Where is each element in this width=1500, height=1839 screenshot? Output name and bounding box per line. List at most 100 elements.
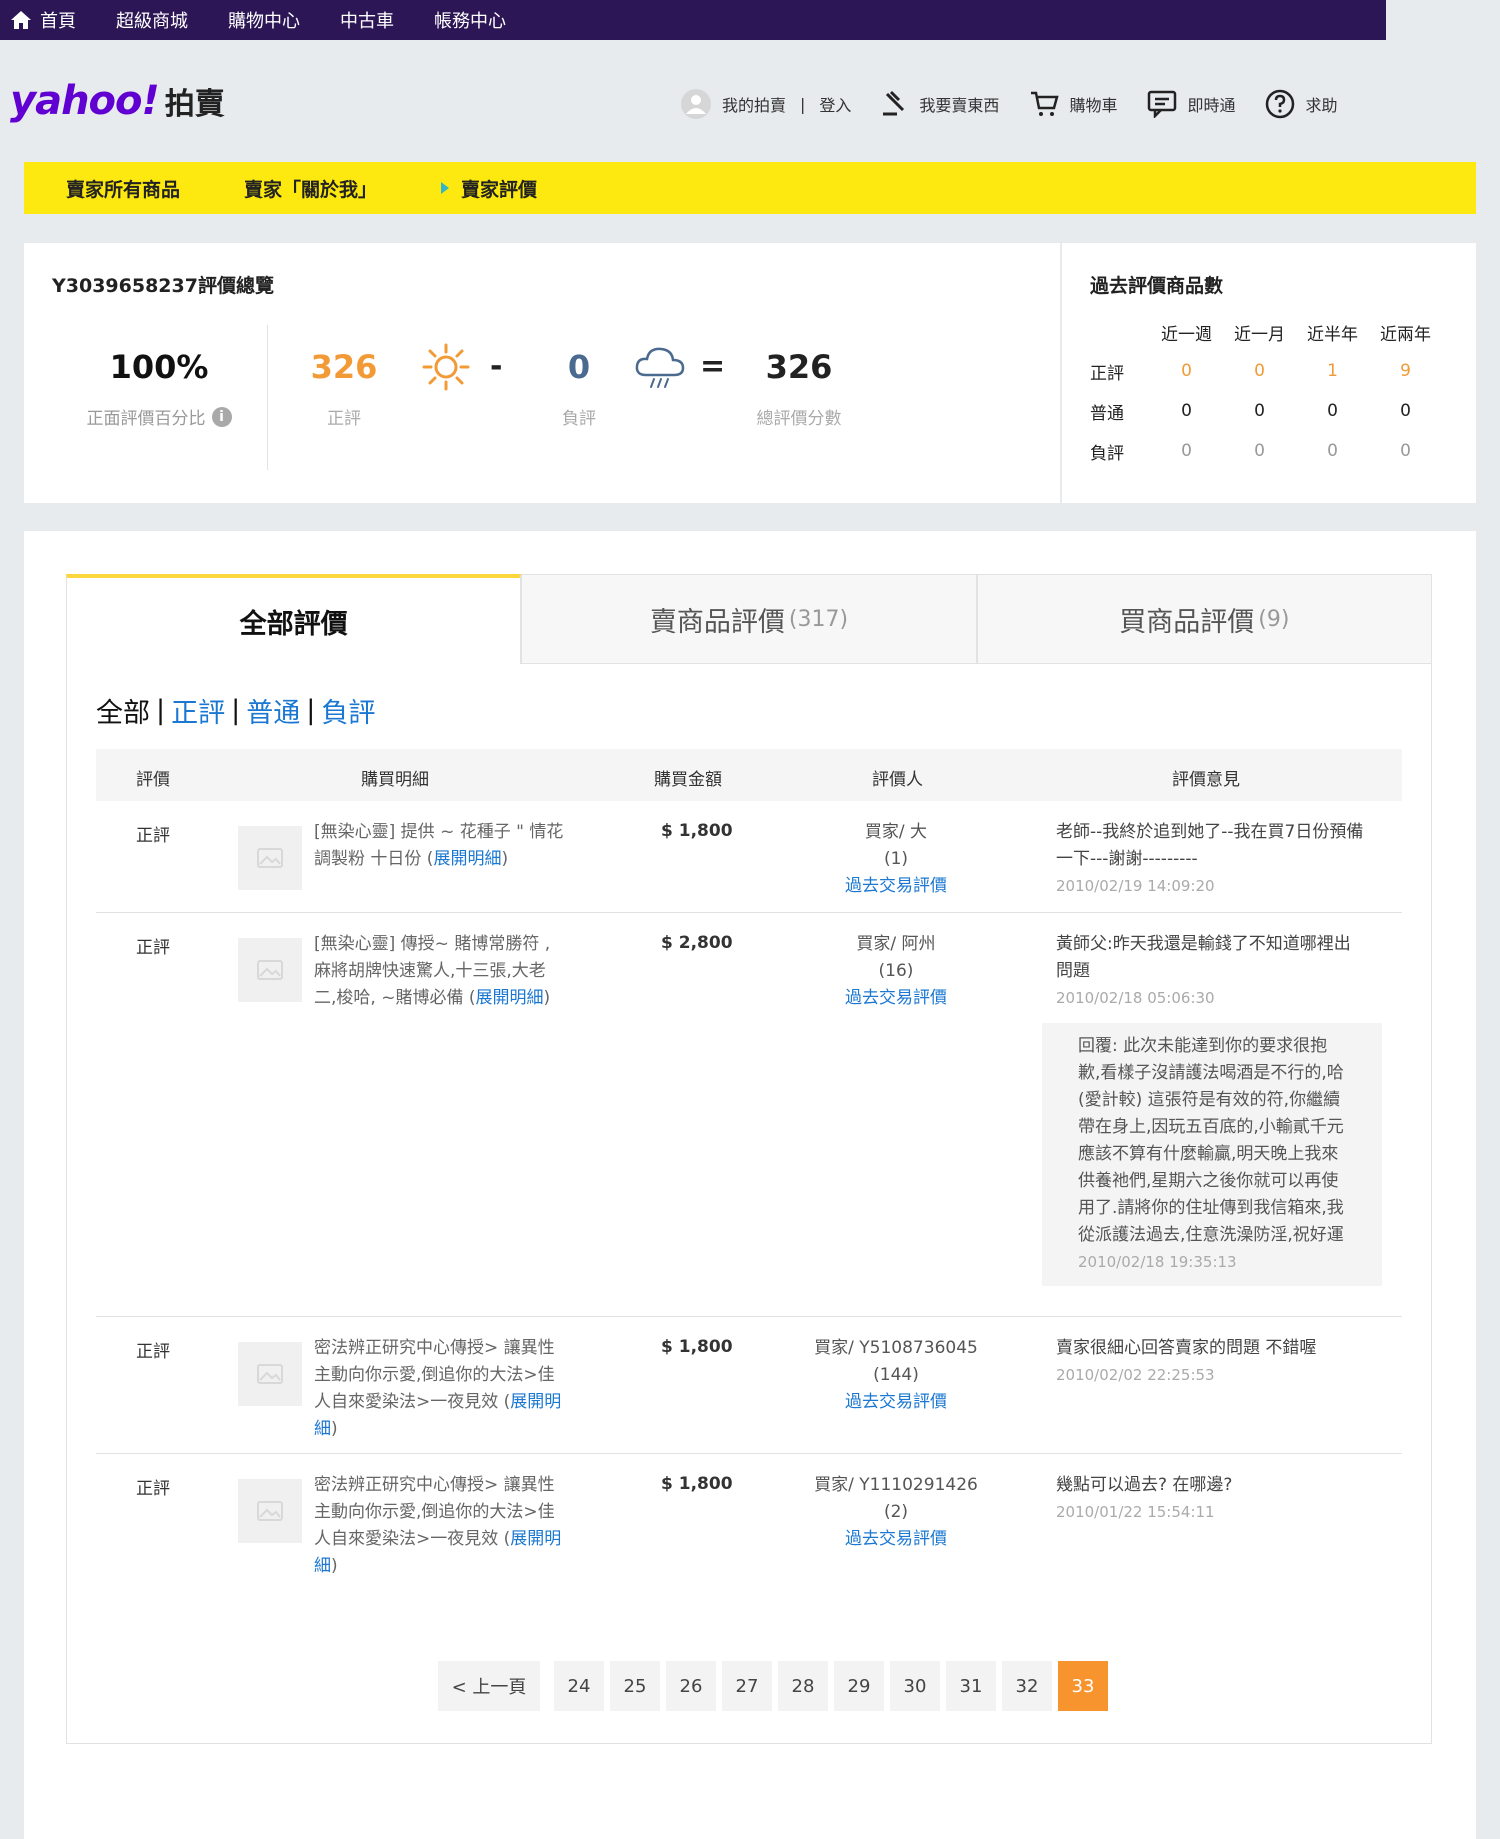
sell-link[interactable]: 我要賣東西 bbox=[881, 90, 999, 118]
sell-label: 我要賣東西 bbox=[919, 96, 1000, 115]
messenger-link[interactable]: 即時通 bbox=[1147, 90, 1235, 118]
past-ratings-row-neutral: 普通 0 0 0 0 bbox=[1090, 391, 1442, 431]
item-thumbnail[interactable] bbox=[238, 1342, 302, 1406]
site-header: yahoo! 拍賣 我的拍賣 | 登入 我要賣東西 購物車 即時通 求助 bbox=[0, 40, 1500, 150]
prev-page-button[interactable]: < 上一頁 bbox=[438, 1661, 540, 1711]
past-trade-ratings-link[interactable]: 過去交易評價 bbox=[786, 873, 1006, 900]
seller-all-items-link[interactable]: 賣家所有商品 bbox=[66, 175, 180, 202]
nav-billing-center[interactable]: 帳務中心 bbox=[434, 7, 506, 33]
seller-about-link[interactable]: 賣家「關於我」 bbox=[244, 175, 377, 202]
stat-value[interactable]: 1 bbox=[1296, 351, 1369, 391]
page-button[interactable]: 32 bbox=[1002, 1661, 1052, 1711]
page-button[interactable]: 24 bbox=[554, 1661, 604, 1711]
past-trade-ratings-link[interactable]: 過去交易評價 bbox=[786, 985, 1006, 1012]
past-ratings-row-positive: 正評 0 0 1 9 bbox=[1090, 351, 1442, 391]
item-thumbnail[interactable] bbox=[238, 938, 302, 1002]
stat-value[interactable]: 0 bbox=[1296, 391, 1369, 431]
rater-info: 買家/ 阿州 (16) 過去交易評價 bbox=[786, 931, 1006, 1012]
top-nav-bar: 首頁 超級商城 購物中心 中古車 帳務中心 bbox=[0, 0, 1386, 40]
page-button[interactable]: 28 bbox=[778, 1661, 828, 1711]
image-placeholder-icon bbox=[257, 1501, 283, 1521]
help-link[interactable]: 求助 bbox=[1265, 89, 1337, 119]
rating-filter: 全部 | 正評 | 普通 | 負評 bbox=[96, 691, 375, 730]
page-button-current[interactable]: 33 bbox=[1058, 1661, 1108, 1711]
chat-label: 即時通 bbox=[1187, 96, 1236, 115]
header-comment: 評價意見 bbox=[1172, 770, 1240, 790]
seller-nav-bar: 賣家所有商品 賣家「關於我」 賣家評價 bbox=[24, 162, 1476, 214]
reply-text: 回覆: 此次未能達到你的要求很抱歉,看樣子沒請護法喝酒是不行的,哈(愛計較) 這… bbox=[1078, 1036, 1344, 1245]
summary-title: Y3039658237評價總覽 bbox=[52, 275, 274, 297]
past-trade-ratings-link[interactable]: 過去交易評價 bbox=[786, 1389, 1006, 1416]
rater-name[interactable]: 買家/ 阿州 bbox=[786, 931, 1006, 958]
negative-count-label: 負評 bbox=[562, 409, 596, 429]
stat-value[interactable]: 0 bbox=[1223, 391, 1296, 431]
seller-ratings-link[interactable]: 賣家評價 bbox=[441, 175, 537, 202]
filter-neutral[interactable]: 普通 bbox=[246, 691, 300, 730]
stat-value[interactable]: 0 bbox=[1369, 431, 1442, 471]
nav-home[interactable]: 首頁 bbox=[10, 7, 76, 33]
header-item-detail: 購買明細 bbox=[361, 770, 429, 790]
purchase-amount: $ 1,800 bbox=[661, 1337, 733, 1357]
page-button[interactable]: 25 bbox=[610, 1661, 660, 1711]
row-label: 正評 bbox=[1090, 363, 1124, 384]
tab-buy-ratings[interactable]: 買商品評價 (9) bbox=[976, 574, 1432, 664]
image-placeholder-icon bbox=[257, 848, 283, 868]
stat-value[interactable]: 0 bbox=[1296, 431, 1369, 471]
item-description: 密法辨正研究中心傳授> 讓異性主動向你示愛,倒追你的大法>佳人自來愛染法>一夜見… bbox=[314, 1335, 564, 1443]
past-ratings-table: 近一週 近一月 近半年 近兩年 正評 0 0 1 9 普通 0 0 0 0 負評… bbox=[1090, 313, 1442, 471]
login-link[interactable]: 登入 bbox=[819, 92, 851, 116]
tab-sell-ratings[interactable]: 賣商品評價 (317) bbox=[521, 574, 977, 664]
filter-negative[interactable]: 負評 bbox=[321, 691, 375, 730]
nav-superstore[interactable]: 超級商城 bbox=[116, 7, 188, 33]
rater-name[interactable]: 買家/ Y1110291426 bbox=[786, 1472, 1006, 1499]
page-button[interactable]: 27 bbox=[722, 1661, 772, 1711]
row-rating: 正評 bbox=[136, 1479, 170, 1499]
separator: | bbox=[231, 695, 241, 726]
table-row: 正評 密法辨正研究中心傳授> 讓異性主動向你示愛,倒追你的大法>佳人自來愛染法>… bbox=[96, 1454, 1402, 1590]
info-icon[interactable]: i bbox=[211, 406, 232, 427]
rater-name[interactable]: 買家/ Y5108736045 bbox=[786, 1335, 1006, 1362]
expand-details-link[interactable]: 展開明細 bbox=[476, 988, 544, 1008]
stat-value[interactable]: 0 bbox=[1369, 391, 1442, 431]
row-rating: 正評 bbox=[136, 938, 170, 958]
my-auction-link[interactable]: 我的拍賣 bbox=[680, 88, 786, 120]
total-score-value: 326 bbox=[765, 348, 833, 386]
tab-all-ratings[interactable]: 全部評價 bbox=[66, 574, 522, 664]
rater-name[interactable]: 買家/ 大 bbox=[786, 819, 1006, 846]
pagination: < 上一頁 24 25 26 27 28 29 30 31 32 33 bbox=[438, 1661, 1114, 1711]
page-button[interactable]: 29 bbox=[834, 1661, 884, 1711]
rater-count: (2) bbox=[883, 1502, 909, 1522]
page-button[interactable]: 30 bbox=[890, 1661, 940, 1711]
ratings-main-panel: 全部評價 賣商品評價 (317) 買商品評價 (9) 全部 | 正評 | 普通 … bbox=[24, 531, 1476, 1839]
utility-nav: 我的拍賣 | 登入 我要賣東西 購物車 即時通 求助 bbox=[680, 88, 1367, 120]
filter-positive[interactable]: 正評 bbox=[171, 691, 225, 730]
stat-value[interactable]: 9 bbox=[1369, 351, 1442, 391]
stat-value[interactable]: 0 bbox=[1150, 431, 1223, 471]
positive-percent-label-row: 正面評價百分比 i bbox=[74, 404, 244, 429]
stat-value[interactable]: 0 bbox=[1223, 351, 1296, 391]
yahoo-auction-logo[interactable]: yahoo! 拍賣 bbox=[10, 78, 225, 124]
stat-value[interactable]: 0 bbox=[1150, 391, 1223, 431]
page-button[interactable]: 26 bbox=[666, 1661, 716, 1711]
item-thumbnail[interactable] bbox=[238, 1479, 302, 1543]
stat-value[interactable]: 0 bbox=[1223, 431, 1296, 471]
rating-tabs: 全部評價 賣商品評價 (317) 買商品評價 (9) bbox=[66, 574, 1432, 664]
stat-value[interactable]: 0 bbox=[1150, 351, 1223, 391]
past-trade-ratings-link[interactable]: 過去交易評價 bbox=[786, 1526, 1006, 1553]
item-thumbnail[interactable] bbox=[238, 826, 302, 890]
filter-all[interactable]: 全部 bbox=[96, 691, 150, 730]
nav-shopping-center[interactable]: 購物中心 bbox=[228, 7, 300, 33]
header-rating: 評價 bbox=[136, 770, 170, 790]
sun-icon bbox=[422, 343, 470, 391]
comment-text: 黃師父:昨天我還是輸錢了不知道哪裡出問題 bbox=[1056, 934, 1351, 981]
my-auction-label: 我的拍賣 bbox=[722, 96, 787, 115]
nav-used-car[interactable]: 中古車 bbox=[340, 7, 394, 33]
expand-details-link[interactable]: 展開明細 bbox=[433, 849, 501, 869]
equals-sign: = bbox=[700, 349, 726, 384]
cart-link[interactable]: 購物車 bbox=[1029, 90, 1117, 118]
total-score-label: 總評價分數 bbox=[756, 409, 842, 429]
past-ratings-title: 過去評價商品數 bbox=[1090, 275, 1224, 297]
cart-icon bbox=[1031, 91, 1060, 116]
page-button[interactable]: 31 bbox=[946, 1661, 996, 1711]
paren-close: ) bbox=[331, 1556, 338, 1576]
